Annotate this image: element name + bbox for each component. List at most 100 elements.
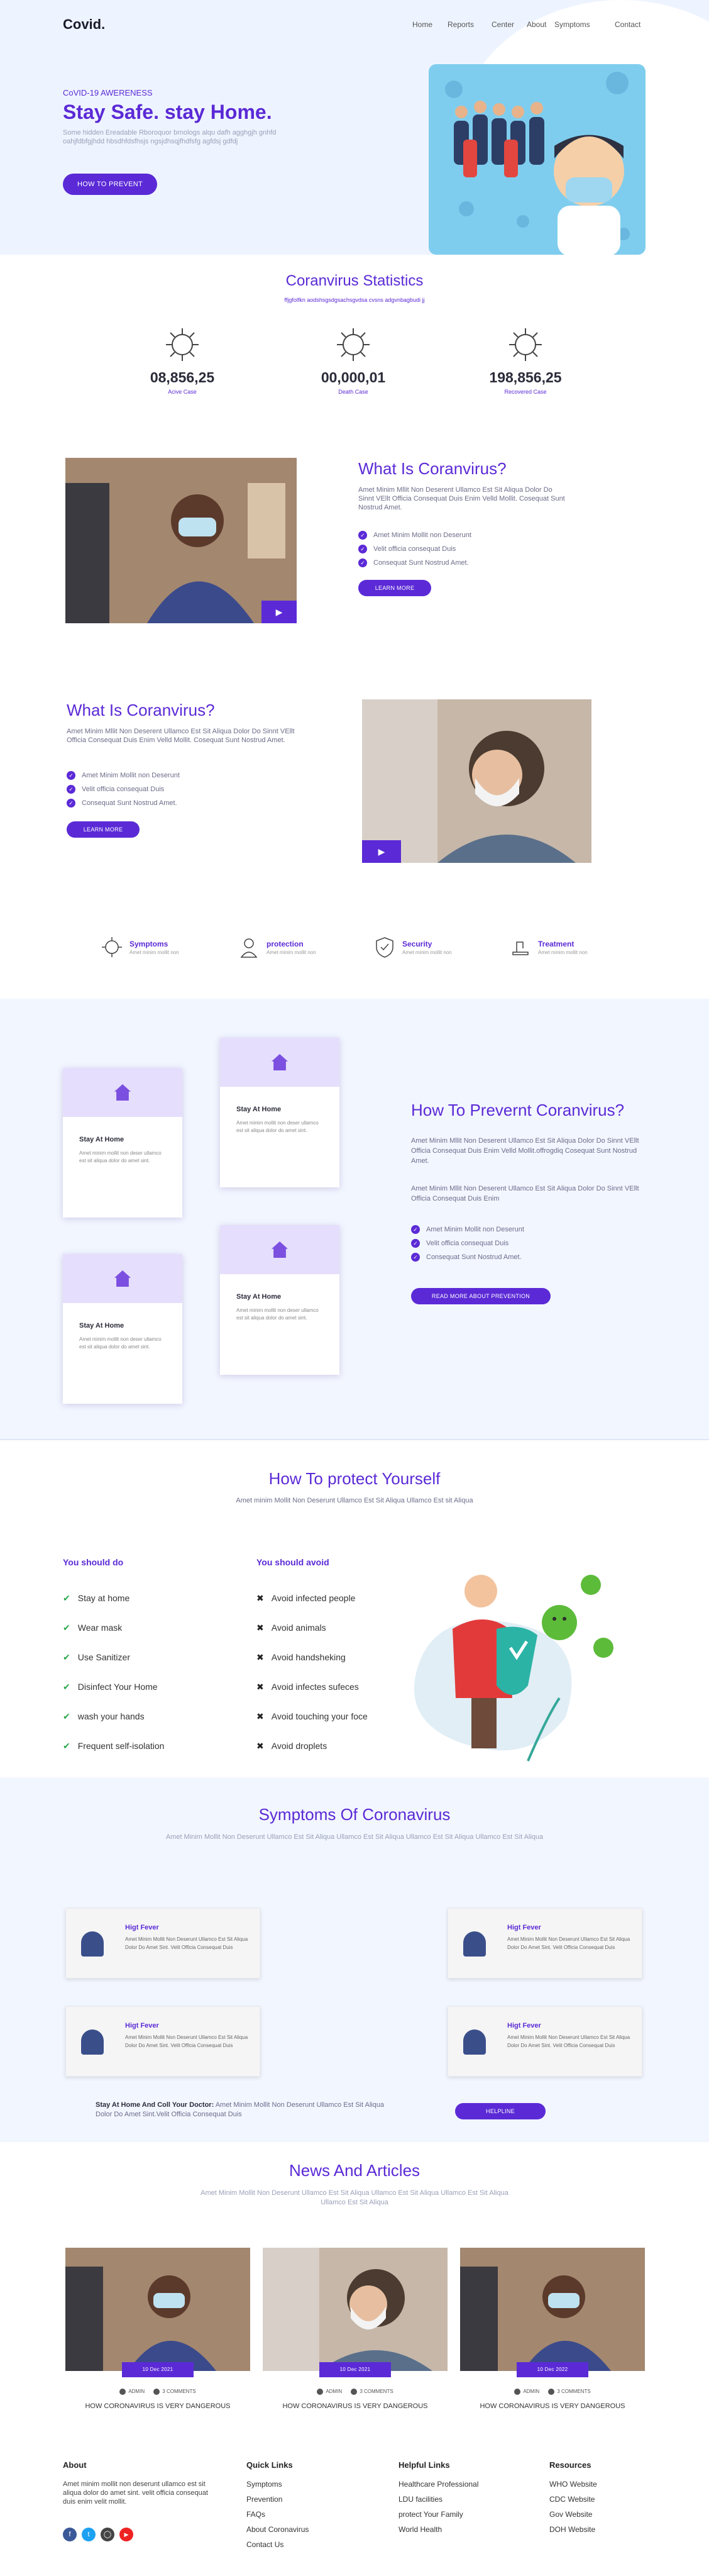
list-item: ✖ Avoid animals [256, 1623, 326, 1633]
check-icon: ✓ [67, 799, 75, 808]
symptom-card[interactable]: Higt Fever Amet Minim Mollit Non Deserun… [448, 1908, 642, 1979]
play-button[interactable]: ▶ [362, 840, 401, 863]
virus-icon [509, 328, 542, 361]
card-text: Amet Minim Mollit Non Deserunt Ullamco E… [125, 1936, 248, 1950]
check-icon: ✓ [411, 1253, 420, 1262]
stat-value: 00,000,01 [321, 369, 386, 386]
do-title: You should do [63, 1557, 124, 1567]
footer-link[interactable]: Symptoms [246, 2480, 309, 2489]
check-icon: ✓ [411, 1225, 420, 1235]
feature-title: Symptoms [129, 940, 168, 948]
list-item: ✔ Use Sanitizer [63, 1652, 130, 1662]
feature-security[interactable]: Security Amet minim mollit non [373, 936, 486, 961]
learn-more-button[interactable]: LEARN MORE [358, 580, 431, 596]
stat-value: 08,856,25 [150, 369, 215, 386]
prevent-card[interactable]: Stay At Home Amet minim mollit non deser… [220, 1038, 339, 1187]
user-icon [317, 2389, 324, 2395]
article-headline[interactable]: HOW CORONAVIRUS IS VERY DANGEROUS [65, 2402, 250, 2410]
footer-link[interactable]: Prevention [246, 2495, 309, 2504]
card-text: Amet minim mollit non deser ullamco est … [79, 1150, 162, 1163]
article-headline[interactable]: HOW CORONAVIRUS IS VERY DANGEROUS [460, 2402, 645, 2410]
stats-title: Coranvirus Statistics [285, 272, 424, 289]
nav-symptoms[interactable]: Symptoms [554, 20, 590, 29]
feature-protection[interactable]: protection Amet minim mollit non [238, 936, 351, 961]
youtube-icon[interactable]: ▶ [119, 2528, 133, 2541]
virus-icon [337, 328, 370, 361]
cross-icon: ✖ [256, 1652, 264, 1662]
hero-body: Some hidden Ereadable Rboroquor brnologs… [63, 129, 277, 145]
video-thumbnail[interactable]: ▶ [65, 458, 297, 623]
logo[interactable]: Covid. [63, 16, 105, 33]
read-more-prevention-button[interactable]: READ MORE ABOUT PREVENTION [411, 1288, 551, 1304]
footer-link[interactable]: WHO Website [549, 2480, 597, 2489]
feature-symptoms[interactable]: Symptoms Amet minim mollit non [101, 936, 214, 961]
footer-link[interactable]: Contact Us [246, 2540, 309, 2549]
list-item: ✖ Avoid touching your foce [256, 1711, 368, 1721]
symptoms-subtitle: Amet Minim Mollit Non Deserunt Ullamco E… [165, 1833, 544, 1841]
list-item: ✓ Velit officia consequat Duis [358, 542, 471, 556]
prevent-card[interactable]: Stay At Home Amet minim mollit non deser… [63, 1068, 182, 1218]
list-item: ✖ Avoid droplets [256, 1741, 327, 1751]
protect-subtitle: Amet minim Mollit Non Deserunt Ullamco E… [236, 1497, 473, 1504]
card-title: Higt Fever [125, 2022, 159, 2029]
symptoms-section: Symptoms Of Coronavirus Amet Minim Molli… [0, 1777, 709, 2142]
prevent-card[interactable]: Stay At Home Amet minim mollit non deser… [220, 1225, 339, 1375]
hero-eyebrow: CoVID-19 AWERENESS [63, 88, 153, 97]
list-item: ✖ Avoid infectes sufeces [256, 1682, 359, 1692]
instagram-icon[interactable]: ◯ [101, 2528, 114, 2541]
prevent-card[interactable]: Stay At Home Amet minim mollit non deser… [63, 1254, 182, 1404]
check-icon: ✓ [358, 545, 367, 554]
home-icon [114, 1084, 131, 1101]
feature-desc: Amet minim mollit non [267, 950, 316, 955]
symptom-card[interactable]: Higt Fever Amet Minim Mollit Non Deserun… [65, 1908, 260, 1979]
feature-treatment[interactable]: Treatment Amet minim mollit non [509, 936, 622, 961]
video-thumbnail[interactable]: ▶ [362, 699, 591, 863]
news-card[interactable]: 10 Dec 2021 ADMIN 3 COMMENTS HOW CORONAV… [263, 2248, 448, 2418]
card-text: Amet Minim Mollit Non Deserunt Ullamco E… [507, 1936, 630, 1950]
list-item: ✔ Frequent self-isolation [63, 1741, 165, 1751]
virus-icon [166, 328, 199, 361]
footer-link[interactable]: About Coronavirus [246, 2525, 309, 2534]
footer-link[interactable]: World Health [398, 2525, 478, 2534]
facebook-icon[interactable]: f [63, 2528, 77, 2541]
article-image [65, 2248, 250, 2371]
how-to-prevent-button[interactable]: HOW TO PREVENT [63, 174, 157, 195]
twitter-icon[interactable]: t [82, 2528, 96, 2541]
symptoms-title: Symptoms Of Coronavirus [258, 1805, 451, 1824]
news-card[interactable]: 10 Dec 2021 ADMIN 3 COMMENTS HOW CORONAV… [65, 2248, 250, 2418]
card-title: Stay At Home [79, 1136, 124, 1143]
article-headline[interactable]: HOW CORONAVIRUS IS VERY DANGEROUS [263, 2402, 448, 2410]
article-meta: ADMIN 3 COMMENTS [460, 2389, 645, 2395]
stat-active: 08,856,25 Acive Case [119, 327, 245, 395]
symptom-card[interactable]: Higt Fever Amet Minim Mollit Non Deserun… [65, 2006, 260, 2077]
footer-link[interactable]: protect Your Family [398, 2510, 478, 2519]
cta-bold: Stay At Home And Coll Your Doctor: [96, 2101, 214, 2109]
nav-home[interactable]: Home [412, 20, 432, 29]
footer-link[interactable]: CDC Website [549, 2495, 597, 2504]
list-item: ✓ Velit officia consequat Duis [67, 782, 180, 796]
play-button[interactable]: ▶ [261, 601, 297, 623]
card-title: Stay At Home [79, 1322, 124, 1330]
helpline-button[interactable]: HELPLINE [455, 2103, 546, 2119]
card-text: Amet Minim Mollit Non Deserunt Ullamco E… [125, 2035, 248, 2048]
nav-reports[interactable]: Reports [448, 20, 474, 29]
footer-link[interactable]: Gov Website [549, 2510, 597, 2519]
nav-center[interactable]: Center [492, 20, 514, 29]
person-icon [463, 1931, 486, 1957]
footer-link[interactable]: DOH Website [549, 2525, 597, 2534]
nav-about[interactable]: About [527, 20, 546, 29]
news-card[interactable]: 10 Dec 2022 ADMIN 3 COMMENTS HOW CORONAV… [460, 2248, 645, 2418]
footer-link[interactable]: LDU facilities [398, 2495, 478, 2504]
feature-title: protection [267, 940, 304, 948]
learn-more-button[interactable]: LEARN MORE [67, 821, 140, 838]
user-icon [119, 2389, 126, 2395]
footer-link[interactable]: Healthcare Professional [398, 2480, 478, 2489]
check-icon: ✓ [358, 558, 367, 568]
check-icon: ✓ [67, 785, 75, 794]
symptom-card[interactable]: Higt Fever Amet Minim Mollit Non Deserun… [448, 2006, 642, 2077]
about1-title: What Is Coranvirus? [358, 459, 507, 478]
nav-contact[interactable]: Contact [615, 20, 640, 29]
person-icon [81, 2029, 104, 2055]
footer-link[interactable]: FAQs [246, 2510, 309, 2519]
virus-icon [102, 937, 122, 957]
